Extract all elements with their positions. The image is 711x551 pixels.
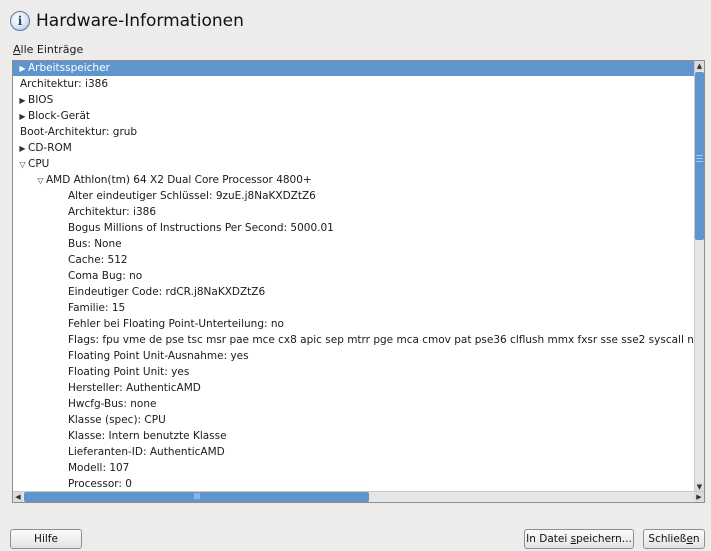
save-label-post: peichern... (576, 533, 632, 545)
tree-row[interactable]: Boot-Architektur: grub (13, 124, 696, 140)
tree-row[interactable]: Fehler bei Floating Point-Unterteilung: … (13, 316, 696, 332)
scroll-right-icon[interactable]: ▶ (694, 492, 704, 502)
tree-list[interactable]: ▶ Arbeitsspeicher Architektur: i386 ▶ BIOS ▶ B… (13, 61, 696, 492)
tree-row-label: Modell: 107 (68, 462, 130, 474)
vertical-scrollbar[interactable]: ▲ — — — ▼ (694, 61, 704, 492)
tree-row[interactable]: ▶ BIOS (13, 92, 696, 108)
tree-row[interactable]: Hersteller: AuthenticAMD (13, 380, 696, 396)
tree-row-label: Klasse (spec): CPU (68, 414, 166, 426)
tree-row[interactable]: Processor: 0 (13, 476, 696, 492)
tree-row-label: Familie: 15 (68, 302, 126, 314)
all-entries-accel: A (13, 43, 21, 56)
horizontal-scrollbar[interactable]: ◀ ||| ▶ (13, 491, 704, 502)
tree-row-label: Eindeutiger Code: rdCR.j8NaKXDZtZ6 (68, 286, 266, 298)
tree-row-label: Coma Bug: no (68, 270, 143, 282)
tree-row[interactable]: Klasse: Intern benutzte Klasse (13, 428, 696, 444)
tree-row[interactable]: ▽ CPU (13, 156, 696, 172)
grip-icon: ||| (194, 493, 201, 500)
close-label-pre: Schließ (648, 533, 687, 545)
tree-row-label: Klasse: Intern benutzte Klasse (68, 430, 227, 442)
tree-row-label: Hersteller: AuthenticAMD (68, 382, 201, 394)
page-title: Hardware-Informationen (36, 11, 244, 31)
collapsed-arrow-icon[interactable]: ▶ (17, 109, 28, 124)
tree-row-label: Processor: 0 (68, 478, 132, 490)
tree-row-label: Cache: 512 (68, 254, 128, 266)
horizontal-scroll-thumb[interactable]: ||| (24, 492, 369, 502)
tree-row[interactable]: ▶ CD-ROM (13, 140, 696, 156)
tree-row[interactable]: Cache: 512 (13, 252, 696, 268)
scroll-left-icon[interactable]: ◀ (13, 492, 23, 502)
collapsed-arrow-icon[interactable]: ▶ (17, 141, 28, 156)
tree-row[interactable]: Bus: None (13, 236, 696, 252)
tree-row-label: CPU (28, 158, 50, 170)
tree-row[interactable]: Klasse (spec): CPU (13, 412, 696, 428)
collapsed-arrow-icon[interactable]: ▶ (17, 93, 28, 108)
tree-row-label: Block-Gerät (28, 110, 91, 122)
tree-row-label: Flags: fpu vme de pse tsc msr pae mce cx… (68, 334, 696, 346)
tree-row[interactable]: Familie: 15 (13, 300, 696, 316)
tree-row[interactable]: ▶ Arbeitsspeicher (13, 61, 696, 76)
tree-row[interactable]: ▶ Block-Gerät (13, 108, 696, 124)
save-to-file-button[interactable]: In Datei speichern... (524, 529, 634, 549)
tree-row-label: Hwcfg-Bus: none (68, 398, 157, 410)
tree-row-label: Arbeitsspeicher (28, 62, 110, 74)
expanded-arrow-icon[interactable]: ▽ (35, 173, 46, 188)
tree-row[interactable]: Bogus Millions of Instructions Per Secon… (13, 220, 696, 236)
close-label-post: n (692, 533, 700, 545)
hardware-tree-view[interactable]: ▶ Arbeitsspeicher Architektur: i386 ▶ BIOS ▶ B… (12, 60, 705, 503)
tree-row-label: Bogus Millions of Instructions Per Secon… (68, 222, 334, 234)
tree-row-label: Floating Point Unit-Ausnahme: yes (68, 350, 249, 362)
collapsed-arrow-icon[interactable]: ▶ (17, 61, 28, 76)
tree-row[interactable]: Alter eindeutiger Schlüssel: 9zuE.j8NaKX… (13, 188, 696, 204)
tree-row[interactable]: Hwcfg-Bus: none (13, 396, 696, 412)
tree-row[interactable]: Architektur: i386 (13, 204, 696, 220)
tree-row[interactable]: Eindeutiger Code: rdCR.j8NaKXDZtZ6 (13, 284, 696, 300)
tree-row[interactable]: Floating Point Unit: yes (13, 364, 696, 380)
tree-row[interactable]: Modell: 107 (13, 460, 696, 476)
help-button[interactable]: Hilfe (10, 529, 82, 549)
tree-row[interactable]: Coma Bug: no (13, 268, 696, 284)
tree-row[interactable]: ▽ AMD Athlon(tm) 64 X2 Dual Core Processo… (13, 172, 696, 188)
tree-row[interactable]: Architektur: i386 (13, 76, 696, 92)
tree-row-label: BIOS (28, 94, 54, 106)
tree-row-label: Architektur: i386 (68, 206, 157, 218)
close-button[interactable]: Schließen (643, 529, 705, 549)
tree-row-label: Alter eindeutiger Schlüssel: 9zuE.j8NaKX… (68, 190, 316, 202)
tree-row[interactable]: Lieferanten-ID: AuthenticAMD (13, 444, 696, 460)
info-icon: i (10, 11, 30, 31)
tree-row-label: AMD Athlon(tm) 64 X2 Dual Core Processor… (46, 174, 312, 186)
all-entries-label: Alle Einträge (13, 43, 83, 56)
tree-row-label: Fehler bei Floating Point-Unterteilung: … (68, 318, 284, 330)
tree-row-label: Lieferanten-ID: AuthenticAMD (68, 446, 225, 458)
save-label-pre: In Datei (526, 533, 571, 545)
tree-row-label: Boot-Architektur: grub (20, 126, 138, 138)
tree-row[interactable]: Flags: fpu vme de pse tsc msr pae mce cx… (13, 332, 696, 348)
tree-row-label: Floating Point Unit: yes (68, 366, 190, 378)
dialog-title-bar: i Hardware-Informationen (10, 8, 244, 34)
tree-row-label: Architektur: i386 (20, 78, 109, 90)
grip-icon: — — — (696, 151, 703, 165)
expanded-arrow-icon[interactable]: ▽ (17, 157, 28, 172)
tree-row[interactable]: Floating Point Unit-Ausnahme: yes (13, 348, 696, 364)
tree-row-label: Bus: None (68, 238, 122, 250)
scroll-up-icon[interactable]: ▲ (695, 61, 704, 71)
all-entries-rest: lle Einträge (20, 43, 84, 56)
vertical-scroll-thumb[interactable]: — — — (695, 72, 704, 240)
tree-row-label: CD-ROM (28, 142, 72, 154)
